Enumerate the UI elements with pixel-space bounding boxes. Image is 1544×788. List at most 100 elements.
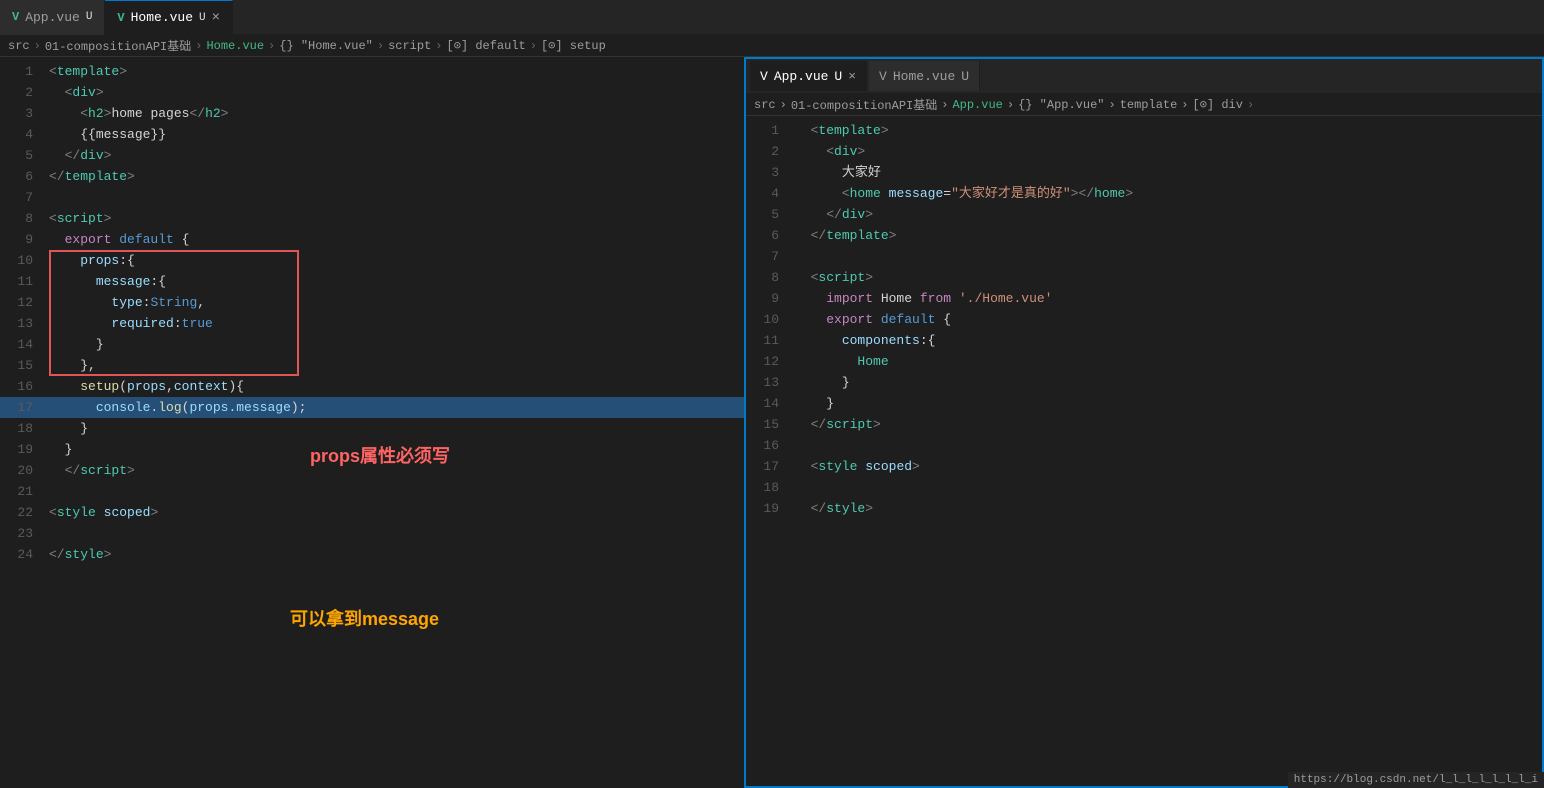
- token: >: [96, 85, 104, 100]
- breadcrumb-item: src: [754, 98, 776, 112]
- token: Home: [881, 291, 920, 306]
- line-content: <home message="大家好才是真的好"></home>: [791, 183, 1542, 204]
- token: [49, 421, 80, 436]
- token: div: [72, 85, 95, 100]
- token: message: [96, 274, 151, 289]
- token: div: [80, 148, 103, 163]
- code-line: 3 大家好: [746, 162, 1542, 183]
- line-content: type:String,: [45, 292, 744, 313]
- line-number: 23: [0, 523, 45, 544]
- vue-icon: V: [117, 11, 124, 25]
- left-editor-pane: 1<template>2 <div>3 <h2>home pages</h2>4…: [0, 57, 744, 788]
- token: console: [96, 400, 151, 415]
- line-content: <div>: [45, 82, 744, 103]
- token: <: [49, 106, 88, 121]
- line-content: </style>: [45, 544, 744, 565]
- code-line: 13 }: [746, 372, 1542, 393]
- right-tab-app-vue-r[interactable]: VApp.vueU×: [750, 61, 867, 91]
- line-content: export default {: [45, 229, 744, 250]
- token: }: [80, 421, 88, 436]
- code-line: 4 <home message="大家好才是真的好"></home>: [746, 183, 1542, 204]
- token: [795, 312, 826, 327]
- token: [49, 358, 80, 373]
- code-line: 1 <template>: [746, 120, 1542, 141]
- right-breadcrumb: src›01-compositionAPI基础›App.vue›{} "App.…: [746, 94, 1542, 116]
- breadcrumb-item: App.vue: [952, 98, 1002, 112]
- token: scoped: [865, 459, 912, 474]
- token: </: [795, 228, 826, 243]
- vue-icon: V: [879, 69, 887, 84]
- breadcrumb-item: [⊙] div: [1193, 97, 1243, 112]
- token: ){: [228, 379, 244, 394]
- token: [49, 379, 80, 394]
- token: </: [795, 501, 826, 516]
- tab-app-vue[interactable]: V App.vue U: [0, 0, 105, 35]
- line-number: 8: [0, 208, 45, 229]
- tab-home-vue[interactable]: VHome.vueU×: [105, 0, 233, 35]
- line-content: <style scoped>: [45, 502, 744, 523]
- token: },: [80, 358, 96, 373]
- tab-close[interactable]: ×: [212, 10, 220, 26]
- breadcrumb-end-arrow: ›: [1247, 98, 1254, 112]
- token: <: [49, 505, 57, 520]
- line-number: 15: [746, 414, 791, 435]
- line-number: 5: [746, 204, 791, 225]
- line-content: 大家好: [791, 162, 1542, 183]
- token: <: [795, 144, 834, 159]
- left-breadcrumb: src›01-compositionAPI基础›Home.vue›{} "Hom…: [0, 35, 1544, 57]
- code-line: 11 components:{: [746, 330, 1542, 351]
- line-content: }: [791, 393, 1542, 414]
- line-number: 7: [746, 246, 791, 267]
- code-line: 12 type:String,: [0, 292, 744, 313]
- token: [795, 291, 826, 306]
- line-number: 8: [746, 267, 791, 288]
- token: =: [943, 186, 951, 201]
- code-line: 11 message:{: [0, 271, 744, 292]
- token: [795, 375, 842, 390]
- breadcrumb-separator: ›: [530, 39, 537, 53]
- token: setup: [80, 379, 119, 394]
- breadcrumb-separator: ›: [195, 39, 202, 53]
- code-line: 1<template>: [0, 61, 744, 82]
- breadcrumb-separator: ›: [377, 39, 384, 53]
- line-content: <h2>home pages</h2>: [45, 103, 744, 124]
- line-content: <script>: [45, 208, 744, 229]
- line-content: <script>: [791, 267, 1542, 288]
- token: default: [119, 232, 174, 247]
- line-content: </template>: [791, 225, 1542, 246]
- tab-close[interactable]: ×: [848, 69, 856, 84]
- token: [96, 505, 104, 520]
- code-line: 16 setup(props,context){: [0, 376, 744, 397]
- token: >: [881, 123, 889, 138]
- line-number: 14: [0, 334, 45, 355]
- code-line: 23: [0, 523, 744, 544]
- code-line: 8 <script>: [746, 267, 1542, 288]
- tab-modified: U: [86, 11, 93, 23]
- line-number: 6: [746, 225, 791, 246]
- left-tab-bar: V App.vue U VHome.vueU×: [0, 0, 1544, 35]
- line-content: }: [45, 418, 744, 439]
- tab-label: App.vue: [25, 10, 80, 25]
- token: export: [826, 312, 881, 327]
- token: true: [182, 316, 213, 331]
- line-content: </style>: [791, 498, 1542, 519]
- breadcrumb-separator: ›: [435, 39, 442, 53]
- token: [49, 295, 111, 310]
- line-number: 10: [746, 309, 791, 330]
- line-number: 5: [0, 145, 45, 166]
- token: >: [1125, 186, 1133, 201]
- token: home: [1094, 186, 1125, 201]
- token: style: [818, 459, 857, 474]
- code-line: 14 }: [746, 393, 1542, 414]
- token: template: [818, 123, 880, 138]
- vue-icon: V: [12, 10, 19, 24]
- right-tab-home-vue-r[interactable]: VHome.vueU: [869, 61, 980, 91]
- tab-modified: U: [834, 69, 842, 84]
- code-line: 17 <style scoped>: [746, 456, 1542, 477]
- token: >: [119, 64, 127, 79]
- token: <: [795, 270, 818, 285]
- token: </: [49, 148, 80, 163]
- token: style: [57, 505, 96, 520]
- token: >: [865, 207, 873, 222]
- token: }: [96, 337, 104, 352]
